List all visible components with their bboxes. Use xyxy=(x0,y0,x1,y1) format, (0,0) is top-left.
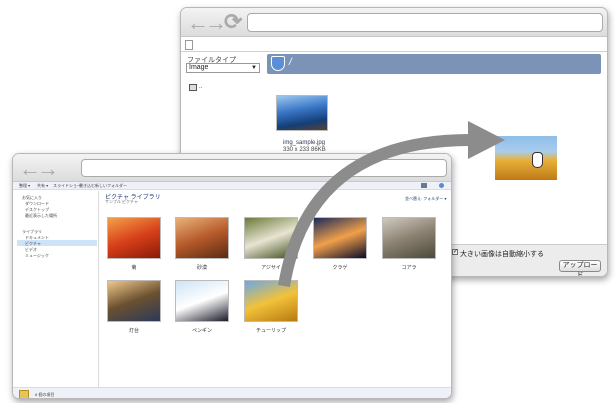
drag-arrow-head xyxy=(468,121,505,159)
drag-arrow-shaft xyxy=(278,134,471,287)
drag-arrow xyxy=(278,121,505,287)
